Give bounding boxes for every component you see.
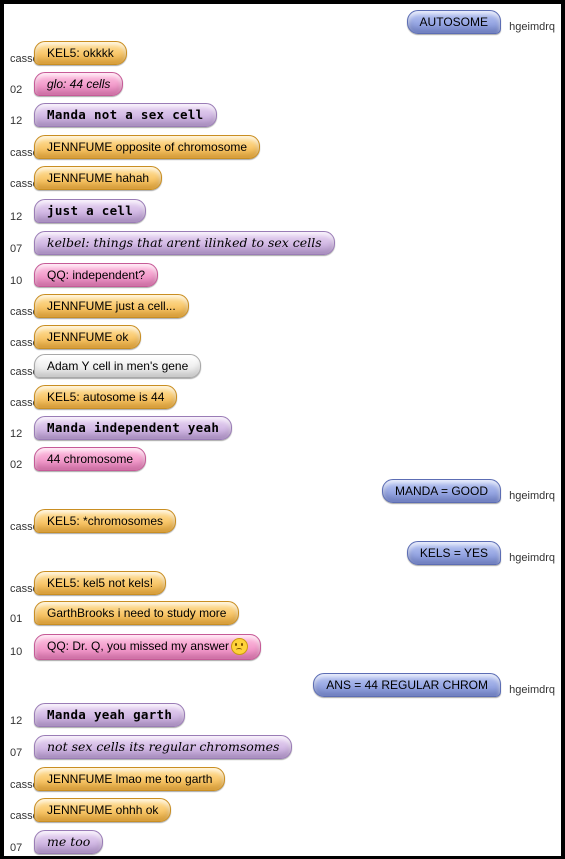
message-username: hgeimdrq (509, 21, 555, 33)
message-text: KEL5: autosome is 44 (47, 390, 165, 404)
message-bubble: JENNFUME lmao me too garth (34, 767, 226, 791)
message-row: cassci6 JENNFUME hahah (4, 166, 561, 192)
message-username: 12 (10, 115, 23, 127)
message-text: Manda yeah garth (47, 707, 173, 722)
message-bubble: ANS = 44 REGULAR CHROM (313, 673, 501, 697)
message-row: 07 kelbel: things that arent ilinked to s… (4, 231, 561, 257)
message-text: Adam Y cell in men's gene (47, 359, 189, 373)
message-bubble: JENNFUME opposite of chromosome (34, 135, 261, 159)
message-text: 44 chromosome (47, 452, 134, 466)
message-username: hgeimdrq (509, 684, 555, 696)
message-username: 07 (10, 747, 23, 759)
message-row: cassci6 JENNFUME lmao me too garth (4, 767, 561, 793)
message-row: cassci4 KEL5: kel5 not kels! (4, 571, 561, 597)
message-row: 07 not sex cells its regular chromsomes (4, 735, 561, 761)
message-text: MANDA = GOOD (394, 484, 488, 498)
message-text: QQ: Dr. Q, you missed my answer (47, 639, 230, 653)
message-bubble: just a cell (34, 199, 147, 223)
message-text: QQ: independent? (47, 268, 146, 282)
message-username: 01 (10, 613, 23, 625)
message-bubble: KELS = YES (406, 541, 501, 565)
message-bubble: KEL5: kel5 not kels! (34, 571, 167, 595)
message-row: cassci4 KEL5: okkkk (4, 41, 561, 67)
message-bubble: QQ: Dr. Q, you missed my answer (34, 634, 262, 660)
message-row: 07 me too (4, 830, 561, 856)
message-row: 12 Manda not a sex cell (4, 103, 561, 129)
message-bubble: JENNFUME ok (34, 325, 142, 349)
message-bubble: 44 chromosome (34, 447, 147, 471)
message-text: Manda independent yeah (47, 420, 220, 435)
message-text: glo: 44 cells (47, 77, 111, 91)
message-row: cassci4 KEL5: *chromosomes (4, 509, 561, 535)
message-bubble: AUTOSOME (406, 10, 501, 34)
message-bubble: kelbel: things that arent ilinked to sex… (34, 231, 335, 255)
message-text: JENNFUME lmao me too garth (47, 772, 213, 786)
message-text: KEL5: kel5 not kels! (47, 576, 154, 590)
message-text: GarthBrooks i need to study more (47, 606, 227, 620)
message-username: hgeimdrq (509, 490, 555, 502)
message-username: 12 (10, 211, 23, 223)
message-bubble: Manda yeah garth (34, 703, 186, 727)
message-text: ANS = 44 REGULAR CHROM (326, 678, 488, 692)
message-row: cassci6 JENNFUME ok (4, 325, 561, 351)
message-username: 10 (10, 275, 23, 287)
message-bubble: KEL5: autosome is 44 (34, 385, 178, 409)
message-text: me too (47, 834, 91, 849)
message-bubble: JENNFUME just a cell... (34, 294, 189, 318)
message-text: JENNFUME opposite of chromosome (47, 140, 248, 154)
message-text: JENNFUME hahah (47, 171, 150, 185)
message-text: JENNFUME ok (47, 330, 129, 344)
message-bubble: JENNFUME ohhh ok (34, 798, 172, 822)
message-bubble: KEL5: *chromosomes (34, 509, 177, 533)
message-bubble: glo: 44 cells (34, 72, 124, 96)
message-row: hgeimdrq ANS = 44 REGULAR CHROM (4, 673, 561, 699)
message-username: 10 (10, 646, 23, 658)
message-text: AUTOSOME (419, 15, 488, 29)
message-username: hgeimdrq (509, 552, 555, 564)
message-bubble: Manda independent yeah (34, 416, 233, 440)
chat-transcript: hgeimdrq AUTOSOME cassci4 KEL5: okkkk 02 glo:… (4, 4, 561, 856)
message-text: just a cell (47, 203, 134, 218)
message-row: hgeimdrq KELS = YES (4, 541, 561, 567)
message-bubble: QQ: independent? (34, 263, 159, 287)
message-row: 02 glo: 44 cells (4, 72, 561, 98)
message-row: 10 QQ: independent? (4, 263, 561, 289)
message-text: not sex cells its regular chromsomes (47, 739, 280, 754)
message-row: cassci6 JENNFUME just a cell... (4, 294, 561, 320)
message-row: 12 just a cell (4, 199, 561, 225)
message-row: 12 Manda yeah garth (4, 703, 561, 729)
message-text: kelbel: things that arent ilinked to sex… (47, 235, 322, 250)
message-text: KEL5: okkkk (47, 46, 114, 60)
message-row: 10 QQ: Dr. Q, you missed my answer (4, 634, 561, 660)
message-row: 01 GarthBrooks i need to study more (4, 601, 561, 627)
message-row: hgeimdrq MANDA = GOOD (4, 479, 561, 505)
message-text: KEL5: *chromosomes (47, 514, 164, 528)
message-bubble: me too (34, 830, 104, 854)
message-bubble: MANDA = GOOD (381, 479, 501, 503)
message-row: cassci6 JENNFUME ohhh ok (4, 798, 561, 824)
message-username: 07 (10, 842, 23, 854)
message-row: cassci6 JENNFUME opposite of chromosome (4, 135, 561, 161)
message-bubble: Manda not a sex cell (34, 103, 217, 127)
message-row: 02 44 chromosome (4, 447, 561, 473)
message-text: JENNFUME ohhh ok (47, 803, 159, 817)
message-bubble: Adam Y cell in men's gene (34, 354, 202, 378)
message-row: 12 Manda independent yeah (4, 416, 561, 442)
message-username: 12 (10, 715, 23, 727)
message-bubble: JENNFUME hahah (34, 166, 163, 190)
frown-emoji-icon (231, 638, 249, 656)
message-row: cassci4 KEL5: autosome is 44 (4, 385, 561, 411)
message-username: 12 (10, 428, 23, 440)
message-bubble: KEL5: okkkk (34, 41, 127, 65)
message-row: hgeimdrq AUTOSOME (4, 10, 561, 36)
message-username: 07 (10, 243, 23, 255)
message-username: 02 (10, 459, 23, 471)
message-bubble: not sex cells its regular chromsomes (34, 735, 293, 759)
message-row: cassci9 Adam Y cell in men's gene (4, 354, 561, 380)
message-text: KELS = YES (419, 546, 488, 560)
message-bubble: GarthBrooks i need to study more (34, 601, 240, 625)
message-text: Manda not a sex cell (47, 107, 204, 122)
message-username: 02 (10, 84, 23, 96)
message-text: JENNFUME just a cell... (47, 299, 176, 313)
